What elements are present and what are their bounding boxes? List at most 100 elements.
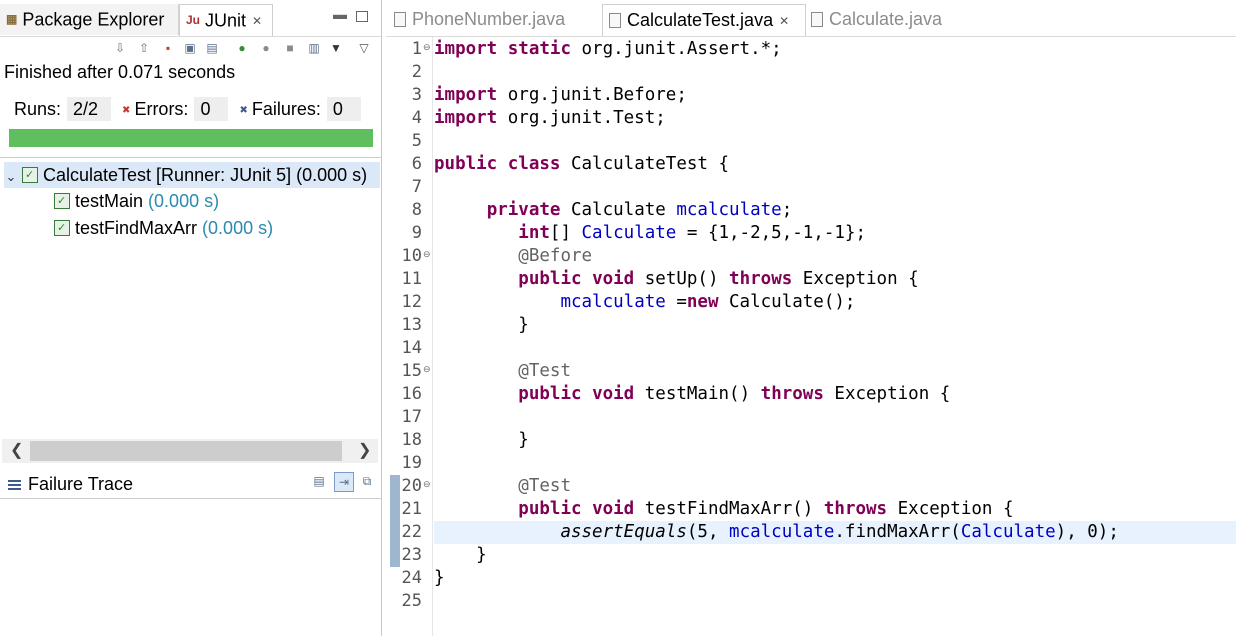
line-number: 14: [401, 338, 422, 358]
minimize-icon[interactable]: ▬: [333, 6, 347, 22]
tab-junit[interactable]: Ju JUnit ✕: [179, 4, 273, 36]
line-number: 2: [411, 62, 422, 82]
junit-view: ▦ Package Explorer Ju JUnit ✕ ▬ ⇩ ⇧ ▪ ▣ ▤ ●…: [0, 0, 382, 636]
code-line[interactable]: @Test: [434, 475, 571, 498]
tree-item-suite[interactable]: ⌄ CalculateTest [Runner: JUnit 5] (0.000 …: [4, 162, 380, 188]
line-number: 7: [411, 177, 422, 197]
line-number: 11: [401, 269, 422, 289]
code-line[interactable]: private Calculate mcalculate;: [434, 199, 793, 222]
runs-value: 2/2: [67, 97, 112, 121]
code-line[interactable]: public class CalculateTest {: [434, 153, 729, 176]
code-editor: PhoneNumber.java CalculateTest.java ✕ Cal…: [386, 0, 1236, 636]
history-icon[interactable]: ▤: [204, 40, 220, 56]
line-number: 10: [401, 246, 422, 266]
maximize-icon[interactable]: [356, 11, 368, 22]
line-number: 3: [411, 85, 422, 105]
line-number: 17: [401, 407, 422, 427]
scrollbar-thumb[interactable]: [30, 441, 342, 461]
copy-trace-icon[interactable]: ⧉: [358, 472, 376, 490]
editor-tab-phonenumber[interactable]: PhoneNumber.java: [388, 4, 603, 35]
failures-label: Failures:: [251, 99, 321, 119]
java-file-icon: [811, 12, 823, 27]
fold-icon[interactable]: ⊖: [423, 364, 431, 375]
dropdown-icon[interactable]: ▼: [328, 40, 344, 56]
previous-failure-icon[interactable]: ⇧: [136, 40, 152, 56]
java-file-icon: [609, 13, 621, 28]
test-time: (0.000 s): [202, 218, 274, 238]
line-number: 19: [401, 453, 422, 473]
fold-icon[interactable]: ⊖: [423, 249, 431, 260]
tree-item-test[interactable]: testFindMaxArr (0.000 s): [50, 215, 273, 241]
code-line[interactable]: }: [434, 567, 445, 590]
line-number: 6: [411, 154, 422, 174]
editor-tab-label: PhoneNumber.java: [412, 9, 566, 29]
filter-stack-icon[interactable]: ▤: [310, 472, 328, 490]
editor-tab-bar: PhoneNumber.java CalculateTest.java ✕ Cal…: [386, 0, 1236, 37]
failure-trace-header: Failure Trace ▤ ⇥ ⧉: [0, 470, 381, 499]
line-number: 18: [401, 430, 422, 450]
show-failures-only-icon[interactable]: ▪: [160, 40, 176, 56]
test-suite-icon: [22, 162, 38, 188]
test-pass-icon: [54, 215, 70, 241]
chevron-down-icon[interactable]: ⌄: [4, 164, 18, 188]
failure-trace-label: Failure Trace: [28, 474, 134, 494]
run-counters: Runs: 2/2 ✖ Errors: 0 ✖ Failures: 0: [14, 97, 361, 121]
compare-result-icon[interactable]: ⇥: [334, 472, 354, 492]
chevron-right-icon[interactable]: ❯: [358, 439, 371, 463]
code-line[interactable]: public void setUp() throws Exception {: [434, 268, 918, 291]
chevron-left-icon[interactable]: ❮: [10, 439, 23, 463]
editor-tab-label: Calculate.java: [829, 9, 943, 29]
editor-tab-calculate[interactable]: Calculate.java: [805, 4, 1005, 35]
line-number: 9: [411, 223, 422, 243]
test-run-history-icon[interactable]: ▥: [306, 40, 322, 56]
runs-label: Runs:: [14, 99, 62, 119]
java-file-icon: [394, 12, 406, 27]
rerun-icon[interactable]: ●: [234, 40, 250, 56]
package-icon: ▦: [6, 12, 18, 26]
code-line[interactable]: mcalculate =new Calculate();: [434, 291, 855, 314]
tab-package-explorer[interactable]: ▦ Package Explorer: [0, 4, 179, 35]
code-line[interactable]: }: [434, 314, 529, 337]
line-number-gutter: 1 ⊖ 2 3 4 5 6 7 8 9 10 ⊖ 11 12 13 14 15 ⊖ 16 17 18 19 20 ⊖ 21 22 2…: [386, 37, 433, 636]
close-icon[interactable]: ✕: [779, 14, 789, 28]
horizontal-scrollbar[interactable]: ❮ ❯: [2, 439, 378, 463]
fold-icon[interactable]: ⊖: [423, 42, 431, 53]
code-line[interactable]: import org.junit.Test;: [434, 107, 666, 130]
divider: [0, 157, 381, 158]
code-line[interactable]: }: [434, 544, 487, 567]
tab-label: JUnit: [205, 10, 247, 31]
tree-item-label: testFindMaxArr: [75, 218, 198, 238]
code-line[interactable]: import static org.junit.Assert.*;: [434, 38, 782, 61]
view-menu-icon[interactable]: ▽: [356, 40, 372, 56]
line-number: 24: [401, 568, 422, 588]
line-number: 25: [401, 591, 422, 611]
code-line[interactable]: }: [434, 429, 529, 452]
tree-item-test[interactable]: testMain (0.000 s): [50, 188, 219, 214]
rerun-failed-icon[interactable]: ●: [258, 40, 274, 56]
test-time: (0.000 s): [148, 191, 220, 211]
code-line[interactable]: assertEquals(5, mcalculate.findMaxArr(Ca…: [434, 521, 1118, 544]
tree-item-label: CalculateTest [Runner: JUnit 5] (0.000 s…: [43, 165, 368, 185]
close-icon[interactable]: ✕: [252, 14, 262, 28]
code-area[interactable]: import static org.junit.Assert.*; import …: [434, 37, 1236, 636]
code-line[interactable]: public void testMain() throws Exception …: [434, 383, 950, 406]
code-line[interactable]: @Test: [434, 360, 571, 383]
code-line[interactable]: import org.junit.Before;: [434, 84, 687, 107]
failure-icon: ✖: [239, 104, 248, 116]
code-line[interactable]: @Before: [434, 245, 592, 268]
line-number: 20: [401, 476, 422, 496]
editor-tab-label: CalculateTest.java: [627, 10, 774, 30]
next-failure-icon[interactable]: ⇩: [112, 40, 128, 56]
tree-item-label: testMain: [75, 191, 144, 211]
code-line[interactable]: int[] Calculate = {1,-2,5,-1,-1};: [434, 222, 866, 245]
code-line[interactable]: public void testFindMaxArr() throws Exce…: [434, 498, 1013, 521]
line-number: 21: [401, 499, 422, 519]
fold-icon[interactable]: ⊖: [423, 479, 431, 490]
scroll-lock-icon[interactable]: ▣: [182, 40, 198, 56]
line-number: 16: [401, 384, 422, 404]
editor-tab-calculatetest[interactable]: CalculateTest.java ✕: [602, 4, 806, 36]
tab-label: Package Explorer: [22, 9, 165, 30]
stack-trace-icon: [8, 478, 21, 492]
stop-icon[interactable]: ■: [282, 40, 298, 56]
test-pass-icon: [54, 188, 70, 214]
